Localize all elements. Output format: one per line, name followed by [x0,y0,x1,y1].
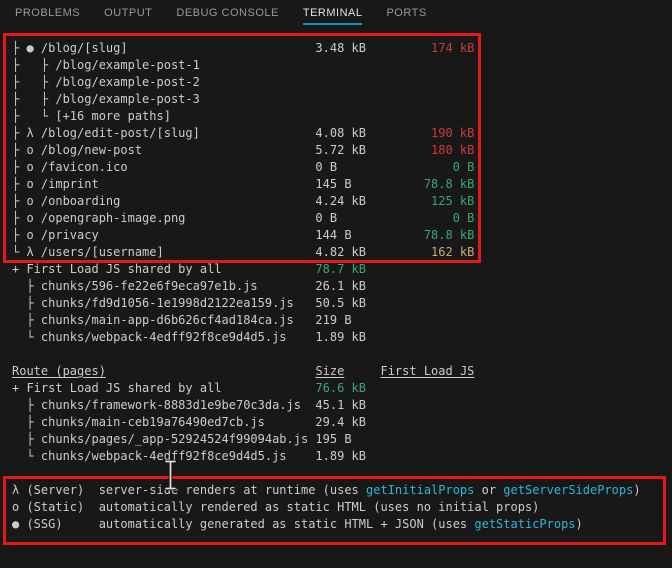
terminal-line: ├ chunks/596-fe22e6f9eca97e1b.js 26.1 kB [12,279,367,293]
terminal-line: ├ λ /blog/edit-post/[slug] 4.08 kB 190 k… [12,126,475,140]
terminal-line: ● (SSG) automatically generated as stati… [12,517,583,531]
vscode-bottom-panel: PROBLEMS OUTPUT DEBUG CONSOLE TERMINAL PORTS… [0,0,672,568]
tab-terminal[interactable]: TERMINAL [302,0,363,25]
terminal-line: ├ chunks/main-app-d6b626cf4ad184ca.js 21… [12,313,352,327]
terminal-output[interactable]: ├ ● /blog/[slug] 3.48 kB 174 kB ├ ├ /blog… [0,28,672,568]
terminal-line: ├ chunks/main-ceb19a76490ed7cb.js 29.4 k… [12,415,367,429]
terminal-line: └ chunks/webpack-4edff92f8ce9d4d5.js 1.8… [12,330,367,344]
terminal-line: ├ chunks/pages/_app-52924524f99094ab.js … [12,432,352,446]
panel-tabbar: PROBLEMS OUTPUT DEBUG CONSOLE TERMINAL PORTS [0,0,672,28]
terminal-line: λ (Server) server-side renders at runtim… [12,483,641,497]
terminal-line: ├ o /onboarding 4.24 kB 125 kB [12,194,475,208]
terminal-line: ├ o /imprint 145 B 78.8 kB [12,177,475,191]
terminal-line: ├ o /favicon.ico 0 B 0 B [12,160,475,174]
terminal-line: ├ o /opengraph-image.png 0 B 0 B [12,211,475,225]
terminal-line: ├ ├ /blog/example-post-1 [12,58,200,72]
tab-ports[interactable]: PORTS [386,0,426,25]
terminal-line: o (Static) automatically rendered as sta… [12,500,540,514]
terminal-line: ├ chunks/fd9d1056-1e1998d2122ea159.js 50… [12,296,367,310]
terminal-line: ├ └ [+16 more paths] [12,109,171,123]
tab-output[interactable]: OUTPUT [104,0,152,25]
terminal-line: ├ o /blog/new-post 5.72 kB 180 kB [12,143,475,157]
terminal-line: ├ ├ /blog/example-post-3 [12,92,200,106]
terminal-line: ├ ● /blog/[slug] 3.48 kB 174 kB [12,41,475,55]
terminal-line: ├ ├ /blog/example-post-2 [12,75,200,89]
tab-debug-console[interactable]: DEBUG CONSOLE [176,0,278,25]
terminal-line: + First Load JS shared by all 78.7 kB [12,262,367,276]
terminal-line: + First Load JS shared by all 76.6 kB [12,381,367,395]
terminal-line: └ chunks/webpack-4edff92f8ce9d4d5.js 1.8… [12,449,367,463]
terminal-line: ├ chunks/framework-8883d1e9be70c3da.js 4… [12,398,367,412]
terminal-line: ├ o /privacy 144 B 78.8 kB [12,228,475,242]
tab-problems[interactable]: PROBLEMS [15,0,80,25]
terminal-line: Route (pages) Size First Load JS [12,364,475,378]
terminal-line: └ λ /users/[username] 4.82 kB 162 kB [12,245,475,259]
